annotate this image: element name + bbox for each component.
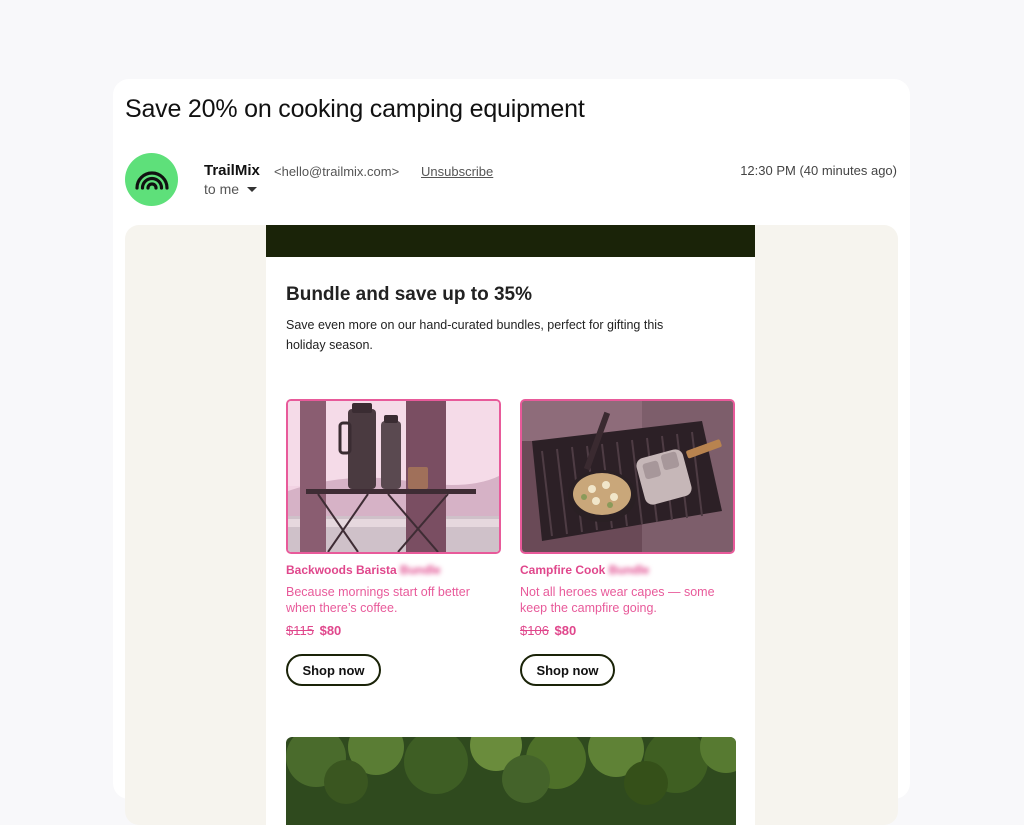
old-price: $106 xyxy=(520,623,549,638)
forest-photo xyxy=(286,737,736,825)
new-price: $80 xyxy=(319,623,342,638)
newsletter-header-bar xyxy=(266,225,755,257)
unsubscribe-link[interactable]: Unsubscribe xyxy=(421,164,493,179)
sender-avatar[interactable] xyxy=(125,153,178,206)
sender-email: <hello@trailmix.com> xyxy=(274,164,400,179)
newsletter-intro: Save even more on our hand-curated bundl… xyxy=(286,318,664,352)
shop-now-button[interactable]: Shop now xyxy=(520,654,615,686)
new-price: $80 xyxy=(554,623,577,638)
recipient-dropdown[interactable]: to me xyxy=(204,181,258,197)
product-name-text: Backwoods Barista xyxy=(286,563,397,577)
product-description: Because mornings start off better when t… xyxy=(286,585,470,615)
newsletter-headline: Bundle and save up to 35% xyxy=(286,284,532,305)
product-image[interactable] xyxy=(286,399,501,554)
caret-down-icon xyxy=(247,186,258,192)
product-name-blurred: Bundle xyxy=(605,563,650,577)
product-name-text: Campfire Cook xyxy=(520,563,606,577)
forest-banner-image[interactable] xyxy=(286,737,736,825)
product-card: Campfire Cook Bundle Not all heroes wear… xyxy=(520,399,735,686)
old-price: $115 xyxy=(286,623,314,638)
product-card: Backwoods Barista Bundle Because morning… xyxy=(286,399,501,686)
product-price: $115 $80 xyxy=(286,623,501,638)
email-subject: Save 20% on cooking camping equipment xyxy=(125,95,585,123)
email-timestamp: 12:30 PM (40 minutes ago) xyxy=(740,163,897,178)
product-image[interactable] xyxy=(520,399,735,554)
campfire-grill-photo xyxy=(522,401,733,552)
email-card: Save 20% on cooking camping equipment Tr… xyxy=(113,79,910,825)
camping-thermos-photo xyxy=(288,401,499,552)
email-body: Bundle and save up to 35% Save even more… xyxy=(125,225,898,825)
product-name[interactable]: Backwoods Barista Bundle xyxy=(286,563,501,577)
shop-now-button[interactable]: Shop now xyxy=(286,654,381,686)
product-description: Not all heroes wear capes — some keep th… xyxy=(520,585,715,615)
product-price: $106 $80 xyxy=(520,623,735,638)
product-name[interactable]: Campfire Cook Bundle xyxy=(520,563,735,577)
rainbow-arc-icon xyxy=(134,170,169,190)
product-name-blurred: Bundle xyxy=(396,563,441,577)
recipient-label: to me xyxy=(204,181,240,197)
newsletter: Bundle and save up to 35% Save even more… xyxy=(266,225,755,825)
sender-name: TrailMix xyxy=(204,162,260,179)
